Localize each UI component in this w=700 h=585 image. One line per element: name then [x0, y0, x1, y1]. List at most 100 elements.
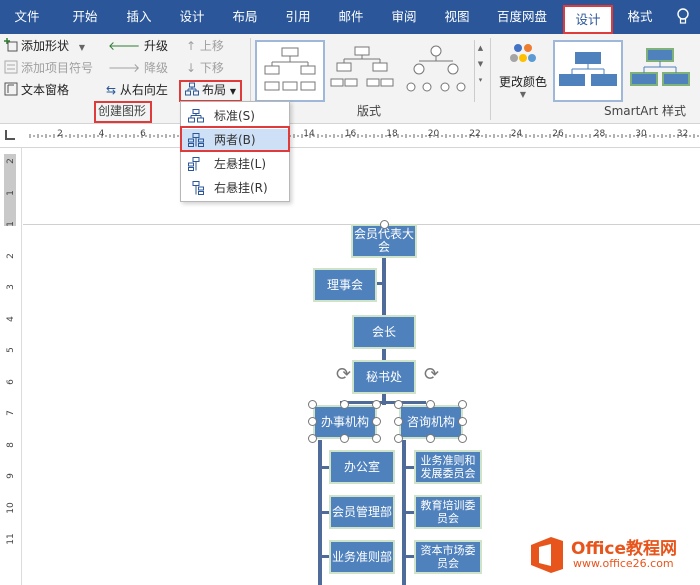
org-node[interactable]: 会员代表大会: [351, 224, 417, 258]
vertical-ruler: 2 1 1 2 3 4 5 6 7 8 9 10 11: [0, 148, 22, 585]
right-to-left-label: 从右向左: [119, 83, 168, 97]
circle-hierarchy-thumb-icon: [406, 45, 466, 92]
ruler-tick-label: 16: [344, 129, 357, 139]
selection-handle[interactable]: [426, 434, 435, 443]
style-thumb-2[interactable]: [626, 40, 696, 102]
move-up-button[interactable]: ↑ 上移: [186, 36, 224, 56]
add-shape-icon: [4, 38, 18, 52]
org-node[interactable]: 秘书处: [352, 360, 416, 394]
selection-handle[interactable]: [308, 434, 317, 443]
org-node[interactable]: 会长: [352, 315, 416, 349]
style-preview-icon: [630, 48, 690, 86]
connector-line: [382, 255, 386, 373]
selection-handle[interactable]: [394, 434, 403, 443]
tab-view[interactable]: 视图: [434, 0, 480, 34]
org-node[interactable]: 资本市场委员会: [414, 540, 482, 574]
ruler-tick-label: 1: [6, 189, 16, 196]
org-node[interactable]: 业务准则部: [329, 540, 395, 574]
tab-smartart-design[interactable]: 设计: [563, 5, 613, 34]
selection-handle[interactable]: [372, 434, 381, 443]
rotate-handle-icon[interactable]: ⟳: [424, 364, 439, 385]
smartart-styles-group-label: SmartArt 样式: [604, 104, 686, 118]
org-node[interactable]: 理事会: [313, 268, 377, 302]
menu-item-standard[interactable]: 标准(S): [182, 105, 288, 127]
arrow-up-icon: ↑: [186, 39, 197, 53]
menu-item-right-hanging[interactable]: 右悬挂(R): [182, 177, 288, 199]
gallery-scroll[interactable]: ▲ ▼ ▾: [474, 40, 486, 102]
tab-insert[interactable]: 插入: [116, 0, 162, 34]
add-shape-button[interactable]: 添加形状 ▼: [4, 36, 85, 56]
org-node[interactable]: 办公室: [329, 450, 395, 484]
ruler-tick-label: 14: [303, 129, 315, 139]
selection-handle[interactable]: [340, 400, 349, 409]
both-option-highlight-box: [180, 126, 290, 152]
chevron-down-icon: ▼: [477, 60, 484, 68]
tab-references[interactable]: 引用: [275, 0, 321, 34]
swap-arrows-icon: ⇆: [106, 83, 117, 97]
tab-home[interactable]: 开始: [62, 0, 108, 34]
selection-handle[interactable]: [308, 400, 317, 409]
right-hanging-layout-icon: [192, 181, 204, 195]
ruler-tick-label: 30: [635, 129, 647, 139]
org-node[interactable]: 会员管理部: [329, 495, 395, 529]
layout-thumb-2[interactable]: [328, 40, 398, 102]
ribbon-tab-bar: 文件 开始 插入 设计 布局 引用 邮件 审阅 视图 百度网盘 设计 格式: [0, 0, 700, 34]
move-down-button[interactable]: ↓ 下移: [186, 58, 224, 78]
ruler-tick-label: 3: [6, 284, 16, 290]
ruler-tick-label: 22: [469, 129, 481, 139]
layout-highlight-box: [179, 80, 242, 102]
selection-handle[interactable]: [308, 417, 317, 426]
selection-handle[interactable]: [394, 417, 403, 426]
layout-thumb-3[interactable]: [402, 40, 472, 102]
layout-thumb-1[interactable]: [255, 40, 325, 102]
selection-handle[interactable]: [458, 434, 467, 443]
tab-layout[interactable]: 布局: [222, 0, 268, 34]
demote-button[interactable]: 🡒 降级: [108, 58, 168, 78]
org-node[interactable]: 业务准则和发展委员会: [414, 450, 482, 484]
chevron-down-icon: ▼: [78, 43, 85, 52]
standard-layout-icon: [188, 109, 204, 123]
watermark-url: www.office26.com: [573, 557, 674, 570]
org-node[interactable]: 教育培训委员会: [414, 495, 482, 529]
tab-format[interactable]: 格式: [618, 0, 662, 34]
ruler-tick-label: 26: [552, 129, 564, 139]
selection-handle[interactable]: [372, 417, 381, 426]
tab-review[interactable]: 审阅: [381, 0, 427, 34]
text-pane-button[interactable]: 文本窗格: [4, 80, 69, 100]
selection-handle[interactable]: [380, 220, 389, 229]
menu-item-label: 标准(S): [214, 109, 255, 123]
bullet-list-icon: [4, 60, 18, 74]
arrow-right-icon: 🡒: [108, 61, 141, 75]
ruler-tick-label: 18: [386, 129, 398, 139]
tab-file[interactable]: 文件: [4, 0, 50, 34]
ruler-tick-label: 32: [676, 129, 689, 139]
ruler-tick-label: 4: [6, 315, 16, 322]
style-preview-icon: [559, 52, 617, 86]
change-colors-button[interactable]: 更改颜色 ▼: [498, 38, 548, 100]
move-up-label: 上移: [199, 39, 224, 53]
selection-handle[interactable]: [394, 400, 403, 409]
selection-handle[interactable]: [458, 417, 467, 426]
add-bullet-button[interactable]: 添加项目符号: [4, 58, 93, 78]
right-to-left-button[interactable]: ⇆ 从右向左: [106, 80, 168, 100]
tab-design[interactable]: 设计: [169, 0, 215, 34]
style-thumb-1[interactable]: [553, 40, 623, 102]
tab-stop-icon[interactable]: [5, 130, 15, 140]
rotate-handle-icon[interactable]: ⟳: [336, 364, 351, 385]
selection-handle[interactable]: [340, 434, 349, 443]
ruler-tick-label: 2: [6, 252, 16, 259]
menu-item-left-hanging[interactable]: 左悬挂(L): [182, 153, 288, 175]
ruler-tick-label: 9: [6, 473, 16, 479]
promote-button[interactable]: 🡐 升级: [108, 36, 168, 56]
selection-handle[interactable]: [426, 400, 435, 409]
tab-mailings[interactable]: 邮件: [328, 0, 374, 34]
selection-handle[interactable]: [458, 400, 467, 409]
selection-handle[interactable]: [372, 400, 381, 409]
demote-label: 降级: [144, 61, 169, 75]
tab-baidu-netdisk[interactable]: 百度网盘: [490, 0, 554, 34]
ruler-tick-label: 6: [6, 378, 16, 385]
lightbulb-icon[interactable]: [670, 0, 696, 34]
org-chart-thumb-icon: [264, 47, 316, 91]
ruler-tick-label: 11: [6, 533, 16, 545]
menu-item-label: 右悬挂(R): [214, 181, 268, 195]
